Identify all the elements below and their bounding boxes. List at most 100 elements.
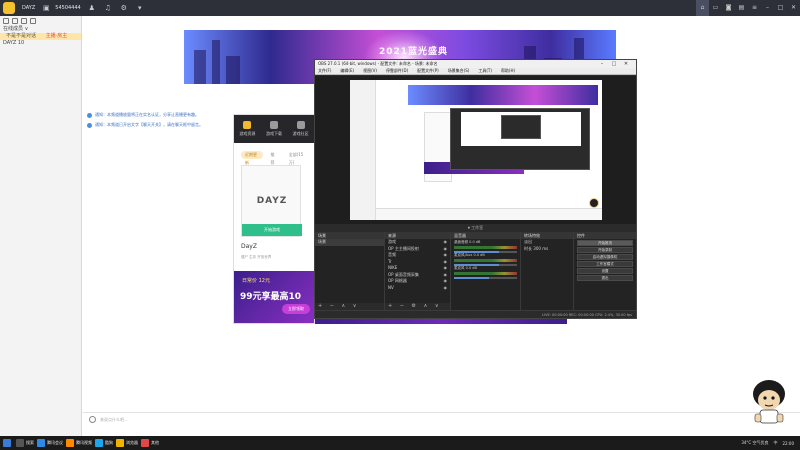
- promo-headline: 99元享最高10: [240, 292, 302, 302]
- transition-duration[interactable]: 时长 300 ms: [521, 246, 573, 253]
- menu-docks[interactable]: 停靠部件(D): [386, 68, 408, 74]
- volume-slider[interactable]: [454, 277, 517, 279]
- gamepad-icon[interactable]: ◙: [722, 0, 735, 16]
- volume-slider[interactable]: [454, 251, 517, 253]
- game-panel: 游戏资源 游戏下载 游戏社区 近期更新 推荐 全部(15万) DAYZ 开始游戏…: [233, 114, 315, 324]
- ime-indicator[interactable]: 中: [773, 440, 777, 446]
- home-icon[interactable]: ⌂: [696, 0, 709, 16]
- menu-icon[interactable]: ≡: [748, 0, 761, 16]
- game-filters: 近期更新 推荐 全部(15万): [241, 151, 314, 165]
- minimize-icon[interactable]: –: [596, 60, 608, 68]
- maximize-icon[interactable]: □: [608, 60, 620, 68]
- sidebar-group-online[interactable]: 在线成员 ∨: [0, 26, 81, 33]
- obs-title: OBS 27.0.1 (64-bit, windows) - 配置文件: 未命名…: [318, 61, 438, 66]
- browser-icon: [116, 439, 124, 447]
- start-game-button[interactable]: 开始游戏: [242, 224, 302, 236]
- maximize-icon[interactable]: □: [774, 0, 787, 16]
- promo-card[interactable]: 日常价 12元 99元享最高10 立即领取: [234, 271, 314, 323]
- obs-window-buttons: – □ ✕: [596, 60, 632, 68]
- chat-notice: 通知：本频道播放量将正在实名认证，分享让直播更有趣。: [87, 111, 199, 119]
- taskbar-app-other[interactable]: 其他: [141, 438, 159, 448]
- scene-item[interactable]: 场景: [315, 239, 384, 246]
- mixer-dock-title: 混音器: [451, 232, 520, 239]
- studio-mode-button[interactable]: 工作室模式: [577, 261, 633, 267]
- menu-profile[interactable]: 配置文件(P): [417, 68, 439, 74]
- start-streaming-button[interactable]: 开始推流: [577, 240, 633, 246]
- tab-game-download[interactable]: 游戏下载: [266, 121, 282, 137]
- sidebar-member-item[interactable]: 不是不是对话 主播·房主: [0, 33, 81, 40]
- taskbar-app-music[interactable]: 酷狗: [95, 438, 113, 448]
- member-sidebar: 在线成员 ∨ 不是不是对话 主播·房主 DAYZ 10: [0, 16, 82, 450]
- game-panel-tabs: 游戏资源 游戏下载 游戏社区: [234, 115, 314, 143]
- chevron-down-icon[interactable]: ▾: [135, 3, 145, 13]
- filter-recent[interactable]: 近期更新: [241, 151, 264, 165]
- virtual-camera-button[interactable]: 启动虚拟摄像机: [577, 254, 633, 260]
- scenes-dock: 场景 场景 + − ∧ ∨: [315, 232, 385, 310]
- obs-docks: 场景 场景 + − ∧ ∨ 来源 游戏 ◉ OP 主主播间投射 ◉ 音频 ◉ Tr ◉ …: [315, 232, 636, 310]
- list-icon[interactable]: [3, 18, 9, 24]
- source-item[interactable]: NV ◉: [385, 285, 450, 292]
- download-icon: [269, 121, 278, 129]
- taskbar-app-meeting[interactable]: 腾讯会议: [37, 438, 63, 448]
- taskbar-search[interactable]: 搜索: [16, 438, 34, 448]
- menu-edit[interactable]: 编辑(E): [340, 68, 354, 74]
- taskbar-app-video[interactable]: 腾讯视频: [66, 438, 92, 448]
- studio-mode-toggle[interactable]: ⏺ 工作室: [315, 224, 636, 232]
- audio-meter: [454, 272, 517, 275]
- promo-claim-button[interactable]: 立即领取: [282, 304, 310, 314]
- menu-scene-collection[interactable]: 场景集合(S): [448, 68, 470, 74]
- controls-dock: 控件 开始推流 开始录制 启动虚拟摄像机 工作室模式 设置 退出: [574, 232, 636, 310]
- clock[interactable]: 22:00: [782, 441, 794, 446]
- close-icon[interactable]: ✕: [620, 60, 632, 68]
- top-bar: DAYZ ▣ 54504444 ♟ ♫ ⚙ ▾ ⌂ ▭ ◙ ▤ ≡ – □ ✕: [0, 0, 800, 16]
- transitions-dock: 转场特效 淡出 时长 300 ms: [521, 232, 574, 310]
- preview-mini-chat: [376, 208, 602, 220]
- app-logo[interactable]: [0, 0, 18, 16]
- minimize-icon[interactable]: –: [761, 0, 774, 16]
- settings-button[interactable]: 设置: [577, 268, 633, 274]
- music-icon[interactable]: ♫: [103, 3, 113, 13]
- filter-recommend[interactable]: 推荐: [266, 151, 281, 165]
- game-icon: [243, 121, 252, 129]
- grid-icon[interactable]: [12, 18, 18, 24]
- video-icon: [66, 439, 74, 447]
- game-card[interactable]: DAYZ 开始游戏: [241, 165, 302, 237]
- volume-slider[interactable]: [454, 264, 517, 266]
- sources-dock: 来源 游戏 ◉ OP 主主播间投射 ◉ 音频 ◉ Tr ◉ NIKE ◉ OP 桌面音频采…: [385, 232, 451, 310]
- close-icon[interactable]: ✕: [787, 0, 800, 16]
- sidebar-group-dayz[interactable]: DAYZ 10: [0, 40, 81, 47]
- exit-button[interactable]: 退出: [577, 275, 633, 281]
- channel-name: DAYZ: [22, 5, 36, 11]
- menu-help[interactable]: 帮助(H): [501, 68, 515, 74]
- tab-game-community[interactable]: 游戏社区: [293, 121, 309, 137]
- mixer-channel[interactable]: 桌面音频 0.0 dB: [451, 239, 520, 253]
- obs-preview[interactable]: [315, 76, 636, 224]
- eye-icon[interactable]: ◉: [444, 285, 448, 292]
- gear-icon[interactable]: ⚙: [119, 3, 129, 13]
- chat-input-bar[interactable]: 来说点什么吧...: [83, 412, 800, 426]
- filter-all[interactable]: 全部(15万): [285, 151, 311, 165]
- user-icon[interactable]: ♟: [87, 3, 97, 13]
- weather-text[interactable]: 34°C 空气优良: [741, 440, 768, 446]
- controls-dock-title: 控件: [574, 232, 636, 239]
- user-add-icon[interactable]: [21, 18, 27, 24]
- obs-menubar: 文件(F) 编辑(E) 视图(V) 停靠部件(D) 配置文件(P) 场景集合(S…: [315, 68, 636, 75]
- start-recording-button[interactable]: 开始录制: [577, 247, 633, 253]
- gift-icon[interactable]: ▤: [735, 0, 748, 16]
- settings-icon[interactable]: [30, 18, 36, 24]
- scenes-dock-footer[interactable]: + − ∧ ∨: [315, 303, 384, 310]
- menu-view[interactable]: 视图(V): [363, 68, 377, 74]
- menu-file[interactable]: 文件(F): [318, 68, 331, 74]
- app-root: DAYZ ▣ 54504444 ♟ ♫ ⚙ ▾ ⌂ ▭ ◙ ▤ ≡ – □ ✕ …: [0, 0, 800, 450]
- taskbar-app-browser[interactable]: 浏览器: [116, 438, 138, 448]
- tab-game-resources[interactable]: 游戏资源: [239, 121, 255, 137]
- start-button[interactable]: [3, 438, 13, 448]
- folder-icon[interactable]: ▭: [709, 0, 722, 16]
- preview-screen: [350, 80, 602, 220]
- banner-title: 2021蓝光盛典: [379, 47, 449, 57]
- mixer-channel[interactable]: 麦克风 0.0 dB: [451, 265, 520, 279]
- menu-tools[interactable]: 工具(T): [478, 68, 492, 74]
- logo-icon: [3, 2, 15, 14]
- mixer-channel[interactable]: 麦克风/Aux 0.0 dB: [451, 252, 520, 266]
- sources-dock-footer[interactable]: + − ⚙ ∧ ∨: [385, 303, 450, 310]
